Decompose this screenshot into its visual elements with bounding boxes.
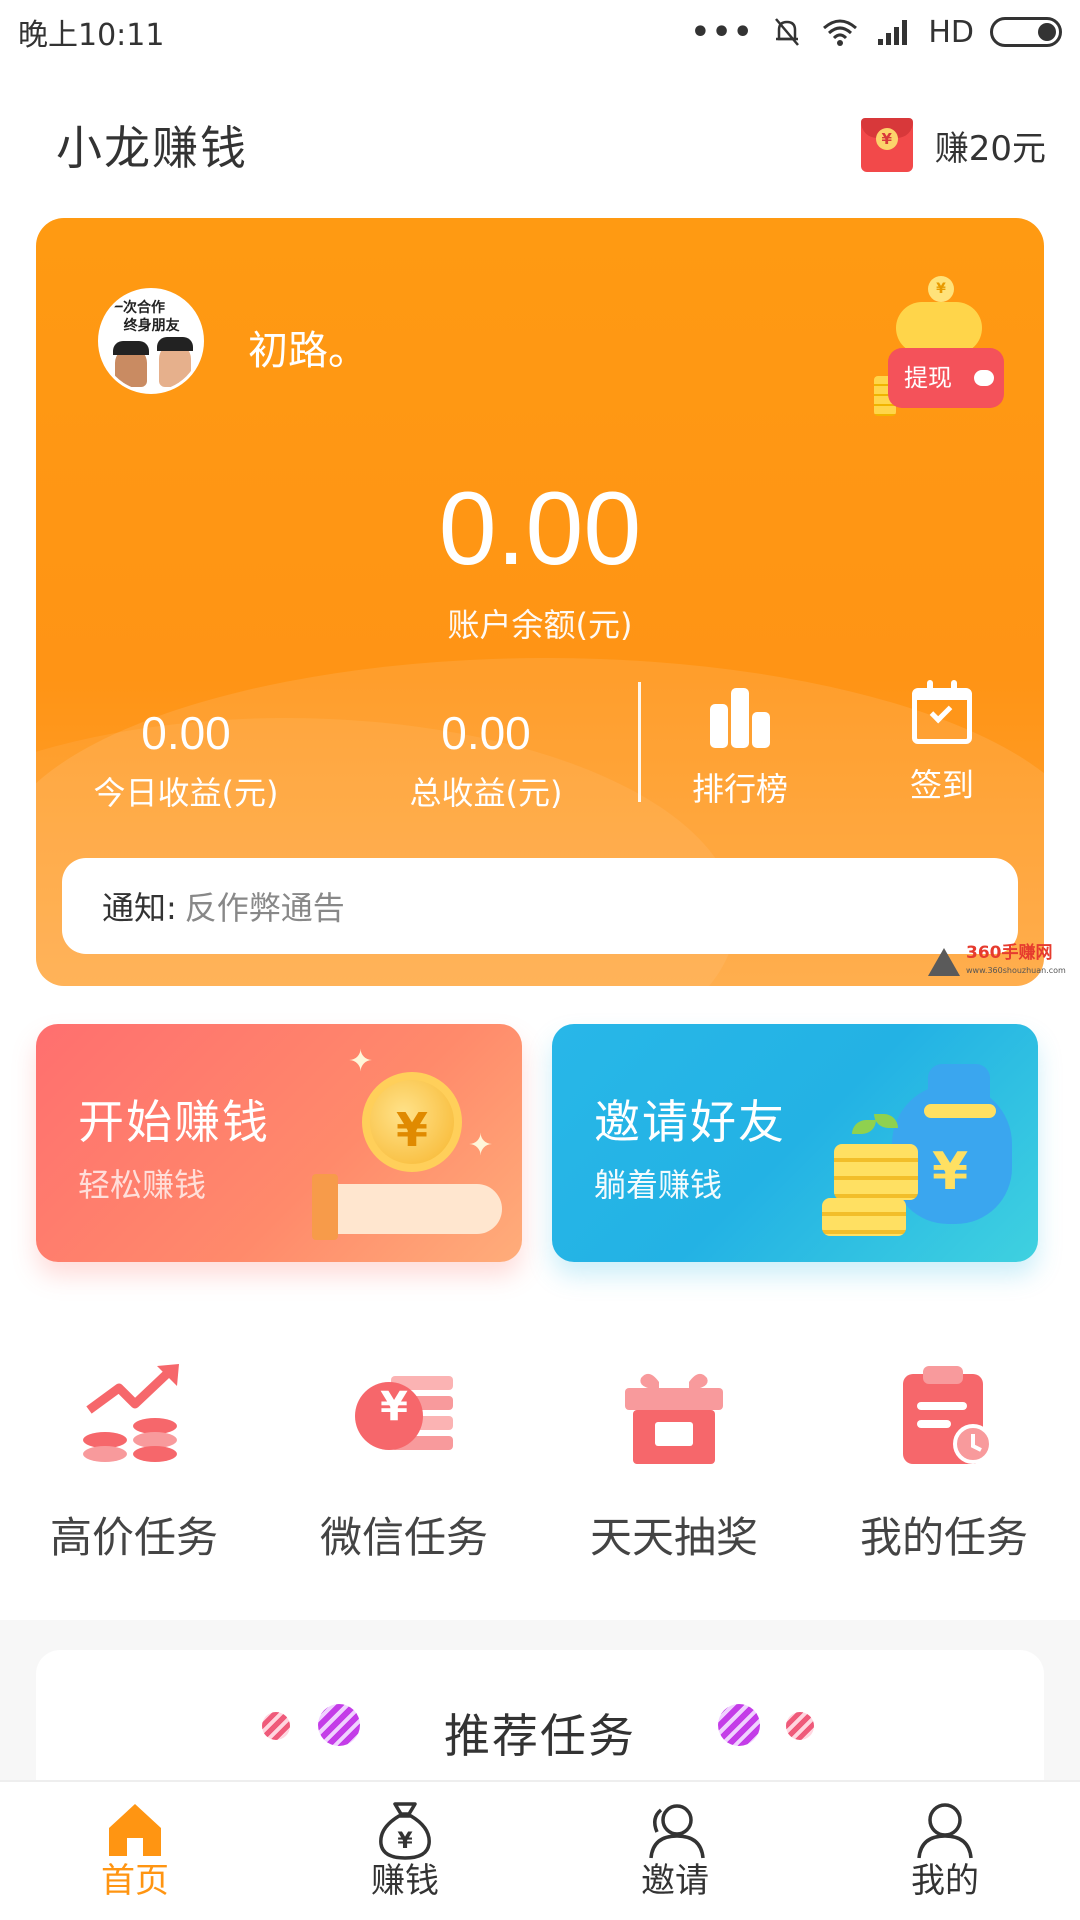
daily-lottery-label: 天天抽奖 (589, 1513, 758, 1562)
notice-text: 反作弊通告 (184, 889, 345, 927)
balance-label: 账户余额(元) (447, 606, 633, 644)
invite-friends-subtitle: 躺着赚钱 (594, 1166, 723, 1204)
start-earning-title: 开始赚钱 (78, 1095, 270, 1149)
watermark-logo-icon (928, 948, 960, 976)
tab-mine[interactable]: 我的 (810, 1782, 1080, 1920)
sparkle-icon: ✦ (468, 1128, 494, 1163)
balance-card: 一次合作 终身朋友 初路。 ¥ 提现 0.00 账户余额(元) 0.00 今日收… (36, 218, 1044, 986)
earn-20-label: 赚20元 (934, 128, 1046, 169)
svg-text:¥: ¥ (397, 1829, 413, 1854)
status-icons: ••• HD (691, 15, 1062, 50)
ranking-label: 排行榜 (691, 770, 788, 808)
today-earnings: 0.00 今日收益(元) (76, 706, 296, 814)
sign-in-button[interactable]: 签到 (862, 680, 1022, 806)
feature-row: 高价任务 ¥ 微信任务 天天抽奖 我的任务 (0, 1340, 1080, 1580)
yen-symbol: ¥ (380, 1384, 408, 1430)
app-header: 小龙赚钱 ¥ 赚20元 (0, 90, 1080, 200)
sprout-icon (852, 1120, 876, 1134)
earn-20-link[interactable]: ¥ 赚20元 (860, 118, 1046, 172)
total-earnings-label: 总收益(元) (409, 774, 563, 812)
network-type: HD (928, 14, 974, 50)
mute-icon (775, 18, 800, 46)
today-earnings-value: 0.00 (141, 707, 231, 759)
sparkle-icon: ✦ (348, 1044, 374, 1079)
tab-invite-label: 邀请 (641, 1861, 709, 1901)
sign-in-label: 签到 (909, 766, 974, 804)
battery-icon (990, 17, 1062, 47)
ranking-bars-icon (708, 688, 772, 748)
clipboard-clock-icon (903, 1366, 993, 1464)
ranking-button[interactable]: 排行榜 (660, 688, 820, 810)
bottom-tab-bar: 首页 ¥ 赚钱 邀请 我的 (0, 1780, 1080, 1920)
wechat-task-label: 微信任务 (319, 1513, 488, 1562)
invite-friends-card[interactable]: 邀请好友 躺着赚钱 ¥ (552, 1024, 1038, 1262)
coin-stack-icon (834, 1144, 918, 1200)
high-price-task-label: 高价任务 (49, 1513, 218, 1562)
gift-box-icon (625, 1373, 723, 1464)
avatar-caption: 一次合作 终身朋友 (109, 300, 180, 334)
avatar[interactable]: 一次合作 终身朋友 (98, 288, 204, 394)
tab-home-label: 首页 (101, 1861, 169, 1901)
withdraw-button[interactable]: ¥ 提现 (874, 272, 1014, 422)
coin-hand-icon: ¥ (362, 1072, 462, 1172)
withdraw-label: 提现 (904, 364, 952, 392)
tab-earn[interactable]: ¥ 赚钱 (270, 1782, 540, 1920)
yen-icon: ¥ (932, 1142, 969, 1202)
my-tasks-label: 我的任务 (859, 1513, 1028, 1562)
watermark: 360手赚网 www.360shouzhuan.com (928, 944, 1066, 980)
piggy-bank-icon (896, 302, 982, 354)
tab-invite[interactable]: 邀请 (540, 1782, 810, 1920)
start-earning-card[interactable]: 开始赚钱 轻松赚钱 ✦ ✦ ¥ (36, 1024, 522, 1262)
watermark-url: www.360shouzhuan.com (966, 966, 1066, 975)
watermark-brand: 360手赚网 (966, 943, 1053, 963)
calendar-check-icon (912, 680, 972, 744)
tab-earn-label: 赚钱 (371, 1861, 439, 1901)
recommend-title: 推荐任务 (444, 1709, 636, 1763)
divider (638, 682, 641, 802)
app-title: 小龙赚钱 (56, 121, 248, 175)
total-earnings-value: 0.00 (441, 707, 531, 759)
hand-icon (322, 1184, 502, 1234)
tab-home[interactable]: 首页 (0, 1782, 270, 1920)
signal-icon (878, 20, 908, 45)
start-earning-subtitle: 轻松赚钱 (78, 1166, 207, 1204)
total-earnings: 0.00 总收益(元) (376, 706, 596, 814)
status-time: 晚上10:11 (18, 18, 165, 53)
balance-amount: 0.00 (438, 471, 642, 587)
more-dots-icon: ••• (690, 14, 755, 50)
wallet-icon: 提现 (888, 348, 1004, 408)
today-earnings-label: 今日收益(元) (93, 774, 279, 812)
status-bar: 晚上10:11 ••• HD (0, 0, 1080, 64)
red-envelope-icon: ¥ (860, 118, 913, 172)
coin-icon: ¥ (928, 276, 954, 302)
notice-bar[interactable]: 通知: 反作弊通告 (62, 858, 1018, 954)
notice-label: 通知: (102, 889, 177, 927)
trend-coins-icon (83, 1364, 179, 1462)
user-name: 初路。 (248, 328, 368, 374)
tab-mine-label: 我的 (911, 1861, 979, 1901)
wifi-icon (823, 19, 858, 46)
invite-friends-title: 邀请好友 (594, 1095, 786, 1149)
